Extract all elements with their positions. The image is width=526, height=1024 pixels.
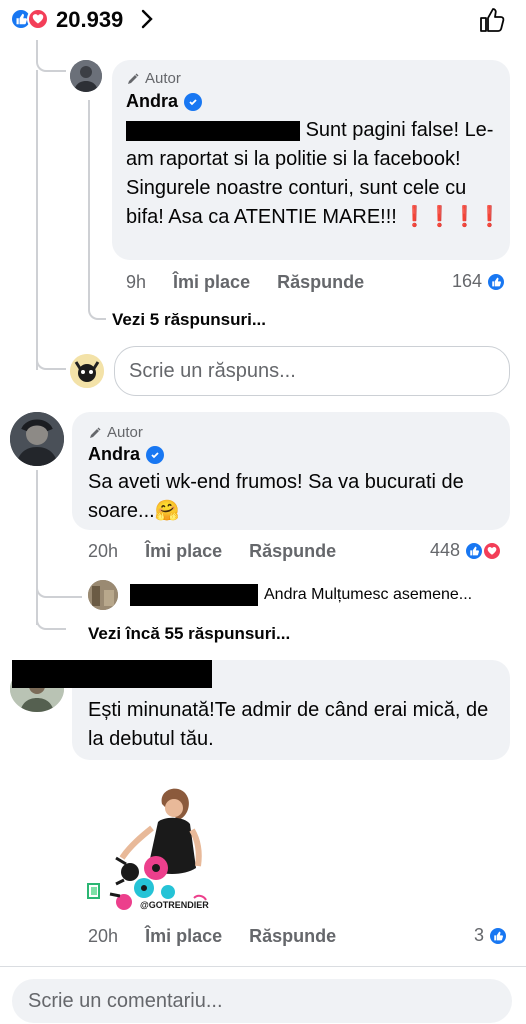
comment-time: 9h xyxy=(126,272,147,292)
thread-connector xyxy=(36,340,66,370)
comment-reactions[interactable]: 3 xyxy=(474,925,509,946)
comment-actions: 9h Îmi place Răspunde xyxy=(126,272,364,293)
comment-actions: 20h Îmi place Răspunde xyxy=(88,541,336,562)
reply-input[interactable]: Scrie un răspuns... xyxy=(114,346,510,396)
avatar[interactable] xyxy=(70,60,102,92)
love-reaction-icon xyxy=(482,540,503,561)
comment-actions: 20h Îmi place Răspunde xyxy=(88,926,336,947)
thread-connector xyxy=(36,40,66,72)
commenter-name[interactable]: Andra xyxy=(88,444,165,465)
comment-time: 20h xyxy=(88,541,119,561)
reaction-count: 3 xyxy=(474,925,485,945)
sticker-watermark: @GOTRENDIER xyxy=(140,900,209,910)
reply-link[interactable]: Răspunde xyxy=(249,541,336,561)
reaction-count: 164 xyxy=(452,271,483,291)
reaction-count: 20.939 xyxy=(56,7,124,32)
comment-reactions[interactable]: 164 xyxy=(452,271,507,292)
like-link[interactable]: Îmi place xyxy=(173,272,250,292)
redaction-bar xyxy=(126,120,300,141)
thread-connector xyxy=(88,290,106,320)
thread-line xyxy=(36,70,38,370)
pencil-icon xyxy=(90,427,101,438)
author-tag: Autor xyxy=(88,424,143,441)
reactions-bar[interactable]: 20.939 xyxy=(0,0,526,40)
reaction-count: 448 xyxy=(430,540,461,560)
verified-icon xyxy=(184,92,203,111)
like-reaction-icon xyxy=(464,540,485,561)
reaction-icons xyxy=(10,8,50,30)
thread-line xyxy=(88,100,90,310)
comment-time: 20h xyxy=(88,926,119,946)
thread-connector xyxy=(36,578,82,598)
like-link[interactable]: Îmi place xyxy=(145,926,222,946)
comment-reactions[interactable]: 448 xyxy=(430,540,503,561)
like-reaction-icon xyxy=(488,925,509,946)
comment-text: Sa aveti wk-end frumos! Sa va bucurati d… xyxy=(88,471,464,522)
reply-preview[interactable]: Andra Mulțumesc asemene... xyxy=(264,586,472,604)
author-tag-label: Autor xyxy=(145,70,181,87)
redaction-bar xyxy=(12,660,212,688)
reply-link[interactable]: Răspunde xyxy=(249,926,336,946)
like-button-icon[interactable] xyxy=(478,6,506,34)
my-avatar xyxy=(70,354,104,388)
like-link[interactable]: Îmi place xyxy=(145,541,222,561)
commenter-name-text: Andra xyxy=(88,444,141,464)
pencil-icon xyxy=(128,73,139,84)
comment-text: Sunt pagini false! Le-am raportat si la … xyxy=(126,116,506,232)
comment-input[interactable]: Scrie un comentariu... xyxy=(12,979,512,1023)
view-replies-link[interactable]: Vezi 5 răspunsuri... xyxy=(112,310,266,330)
view-replies-link[interactable]: Vezi încă 55 răspunsuri... xyxy=(88,624,290,644)
avatar[interactable] xyxy=(10,412,64,466)
comment-composer: Scrie un comentariu... xyxy=(0,966,526,1024)
like-reaction-icon xyxy=(486,271,507,292)
commenter-name[interactable]: Andra xyxy=(126,91,203,112)
comment-text-line1: Sunt pagini false! xyxy=(305,119,459,141)
avatar[interactable] xyxy=(88,580,118,610)
author-tag: Autor xyxy=(126,70,181,87)
sticker-image[interactable]: @GOTRENDIER xyxy=(86,784,234,918)
chevron-right-icon xyxy=(141,9,153,29)
commenter-name-text: Andra xyxy=(126,91,179,111)
thread-connector xyxy=(36,600,66,630)
reply-link[interactable]: Răspunde xyxy=(277,272,364,292)
redaction-bar xyxy=(130,584,258,606)
love-reaction-icon xyxy=(27,8,49,30)
sticker-graphic xyxy=(87,788,207,910)
author-tag-label: Autor xyxy=(107,424,143,441)
comment-text: Ești minunată!Te admir de când erai mică… xyxy=(88,699,489,750)
verified-icon xyxy=(146,445,165,464)
